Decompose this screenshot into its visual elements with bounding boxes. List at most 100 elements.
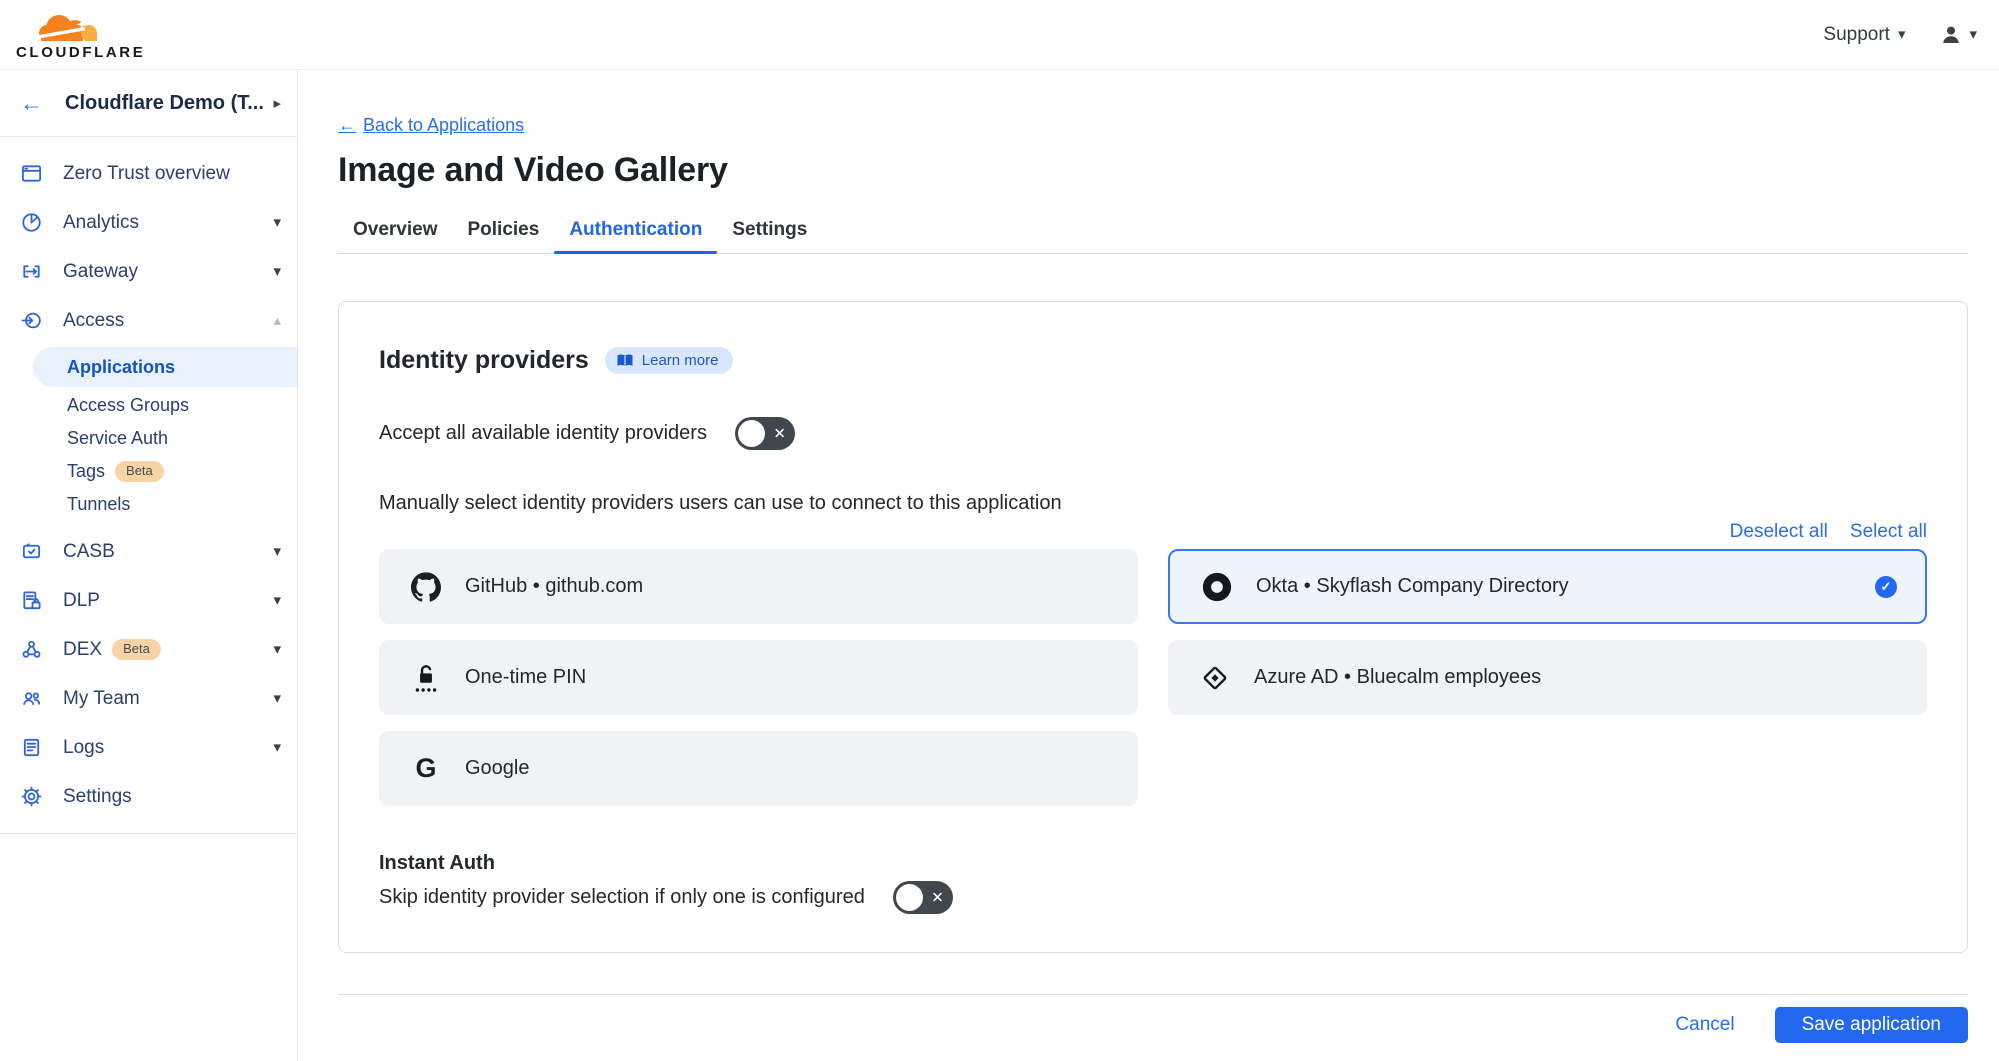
sidebar-item-analytics[interactable]: Analytics ▾ xyxy=(0,198,297,247)
tab-settings[interactable]: Settings xyxy=(717,219,822,253)
chevron-down-icon: ▾ xyxy=(273,593,281,608)
provider-label: One-time PIN xyxy=(465,666,586,689)
provider-tile-github[interactable]: GitHub • github.com xyxy=(379,549,1138,624)
account-switcher[interactable]: ← Cloudflare Demo (T... ▸ xyxy=(0,70,297,137)
provider-tile-okta[interactable]: Okta • Skyflash Company Directory ✓ xyxy=(1168,549,1927,624)
back-to-applications-link[interactable]: ← Back to Applications xyxy=(338,115,524,136)
sidebar-item-zero-trust-overview[interactable]: Zero Trust overview xyxy=(0,149,297,198)
gateway-icon xyxy=(19,260,43,284)
one-time-pin-icon xyxy=(409,662,443,694)
book-icon xyxy=(616,353,634,369)
github-icon xyxy=(409,572,443,602)
google-icon: G xyxy=(409,755,443,782)
sidebar-item-access[interactable]: Access ▴ xyxy=(0,296,297,345)
learn-more-badge[interactable]: Learn more xyxy=(605,347,734,374)
back-arrow-icon[interactable]: ← xyxy=(20,92,43,115)
zero-trust-dashboard: CLOUDFLARE Support ▾ ▾ ← Cloudflare Demo… xyxy=(0,0,1999,1061)
chevron-down-icon: ▾ xyxy=(273,264,281,279)
footer-divider xyxy=(338,994,1968,995)
access-sub-list: Applications Access Groups Service Auth … xyxy=(0,347,297,527)
back-link-label: Back to Applications xyxy=(363,115,524,136)
sidebar-item-service-auth[interactable]: Service Auth xyxy=(0,422,297,455)
sidebar-item-my-team[interactable]: My Team ▾ xyxy=(0,674,297,723)
sidebar-item-label: Service Auth xyxy=(67,428,168,449)
sidebar-item-dex[interactable]: DEX Beta ▾ xyxy=(0,625,297,674)
accept-all-toggle[interactable]: ✕ xyxy=(735,417,795,450)
identity-providers-card: Identity providers Learn more Accept all… xyxy=(338,301,1968,953)
browser-window-icon xyxy=(19,162,43,186)
sidebar-item-applications[interactable]: Applications xyxy=(33,347,297,387)
sidebar-item-dlp[interactable]: DLP ▾ xyxy=(0,576,297,625)
chevron-down-icon: ▾ xyxy=(273,691,281,706)
beta-badge: Beta xyxy=(115,461,164,482)
toggle-x-icon: ✕ xyxy=(773,426,786,441)
deselect-all-link[interactable]: Deselect all xyxy=(1730,521,1828,543)
sidebar-item-tags[interactable]: Tags Beta xyxy=(0,455,297,488)
cloudflare-logo[interactable]: CLOUDFLARE xyxy=(16,10,166,61)
manual-select-text: Manually select identity providers users… xyxy=(379,492,1927,515)
sidebar-item-label: Zero Trust overview xyxy=(63,163,230,185)
people-icon xyxy=(19,687,43,711)
sidebar-item-label: CASB xyxy=(63,541,115,563)
provider-tile-azure-ad[interactable]: Azure AD • Bluecalm employees xyxy=(1168,640,1927,715)
support-label: Support xyxy=(1823,24,1890,46)
sidebar-item-logs[interactable]: Logs ▾ xyxy=(0,723,297,772)
provider-label: Azure AD • Bluecalm employees xyxy=(1254,666,1541,689)
provider-label: Okta • Skyflash Company Directory xyxy=(1256,575,1569,598)
page-title: Image and Video Gallery xyxy=(338,151,1968,190)
provider-label: Google xyxy=(465,757,530,780)
provider-label: GitHub • github.com xyxy=(465,575,643,598)
select-all-link[interactable]: Select all xyxy=(1850,521,1927,543)
sidebar-item-settings[interactable]: Settings xyxy=(0,772,297,821)
cloudflare-cloud-icon xyxy=(24,10,116,45)
sidebar-item-gateway[interactable]: Gateway ▾ xyxy=(0,247,297,296)
sidebar-divider xyxy=(0,833,297,834)
cancel-button[interactable]: Cancel xyxy=(1675,1014,1734,1036)
user-menu[interactable]: ▾ xyxy=(1939,23,1977,47)
sidebar-item-casb[interactable]: CASB ▾ xyxy=(0,527,297,576)
toggle-knob xyxy=(896,884,923,911)
sidebar-item-label: Gateway xyxy=(63,261,138,283)
network-icon xyxy=(19,638,43,662)
tab-policies[interactable]: Policies xyxy=(453,219,555,253)
user-icon xyxy=(1939,23,1963,47)
sidebar-item-label: Access xyxy=(63,310,124,332)
instant-auth-toggle[interactable]: ✕ xyxy=(893,881,953,914)
sidebar-item-label: Analytics xyxy=(63,212,139,234)
provider-tile-one-time-pin[interactable]: One-time PIN xyxy=(379,640,1138,715)
save-application-button[interactable]: Save application xyxy=(1775,1007,1968,1043)
sidebar-item-label: Tags xyxy=(67,461,105,482)
sidebar-item-label: Tunnels xyxy=(67,494,130,515)
chevron-right-icon[interactable]: ▸ xyxy=(273,94,281,112)
main-content: ← Back to Applications Image and Video G… xyxy=(298,70,1999,1061)
sidebar-item-label: Logs xyxy=(63,737,104,759)
chevron-down-icon: ▾ xyxy=(273,642,281,657)
beta-badge: Beta xyxy=(112,639,161,660)
shield-check-icon xyxy=(19,540,43,564)
support-menu[interactable]: Support ▾ xyxy=(1823,24,1905,46)
tab-authentication[interactable]: Authentication xyxy=(554,219,717,253)
selected-check-icon: ✓ xyxy=(1875,576,1897,598)
sidebar-item-access-groups[interactable]: Access Groups xyxy=(0,389,297,422)
sidebar-item-label: My Team xyxy=(63,688,140,710)
chevron-up-icon: ▴ xyxy=(273,313,281,328)
account-name: Cloudflare Demo (T... xyxy=(65,92,264,115)
provider-tile-google[interactable]: G Google xyxy=(379,731,1138,806)
toggle-knob xyxy=(738,420,765,447)
arrow-left-icon: ← xyxy=(338,115,356,136)
tab-overview[interactable]: Overview xyxy=(338,219,453,253)
sidebar-item-label: Access Groups xyxy=(67,395,189,416)
card-heading: Identity providers xyxy=(379,346,589,375)
toggle-x-icon: ✕ xyxy=(931,890,944,905)
learn-more-label: Learn more xyxy=(642,352,719,369)
chevron-down-icon: ▾ xyxy=(1898,27,1906,42)
instant-auth-label: Skip identity provider selection if only… xyxy=(379,886,865,909)
instant-auth-heading: Instant Auth xyxy=(379,852,1927,875)
accept-all-label: Accept all available identity providers xyxy=(379,422,707,445)
footer-actions: Cancel Save application xyxy=(338,1007,1968,1043)
topbar: CLOUDFLARE Support ▾ ▾ xyxy=(0,0,1999,70)
chevron-down-icon: ▾ xyxy=(273,215,281,230)
sidebar-item-label: DEX xyxy=(63,639,102,661)
chevron-down-icon: ▾ xyxy=(273,544,281,559)
sidebar-item-tunnels[interactable]: Tunnels xyxy=(0,488,297,521)
